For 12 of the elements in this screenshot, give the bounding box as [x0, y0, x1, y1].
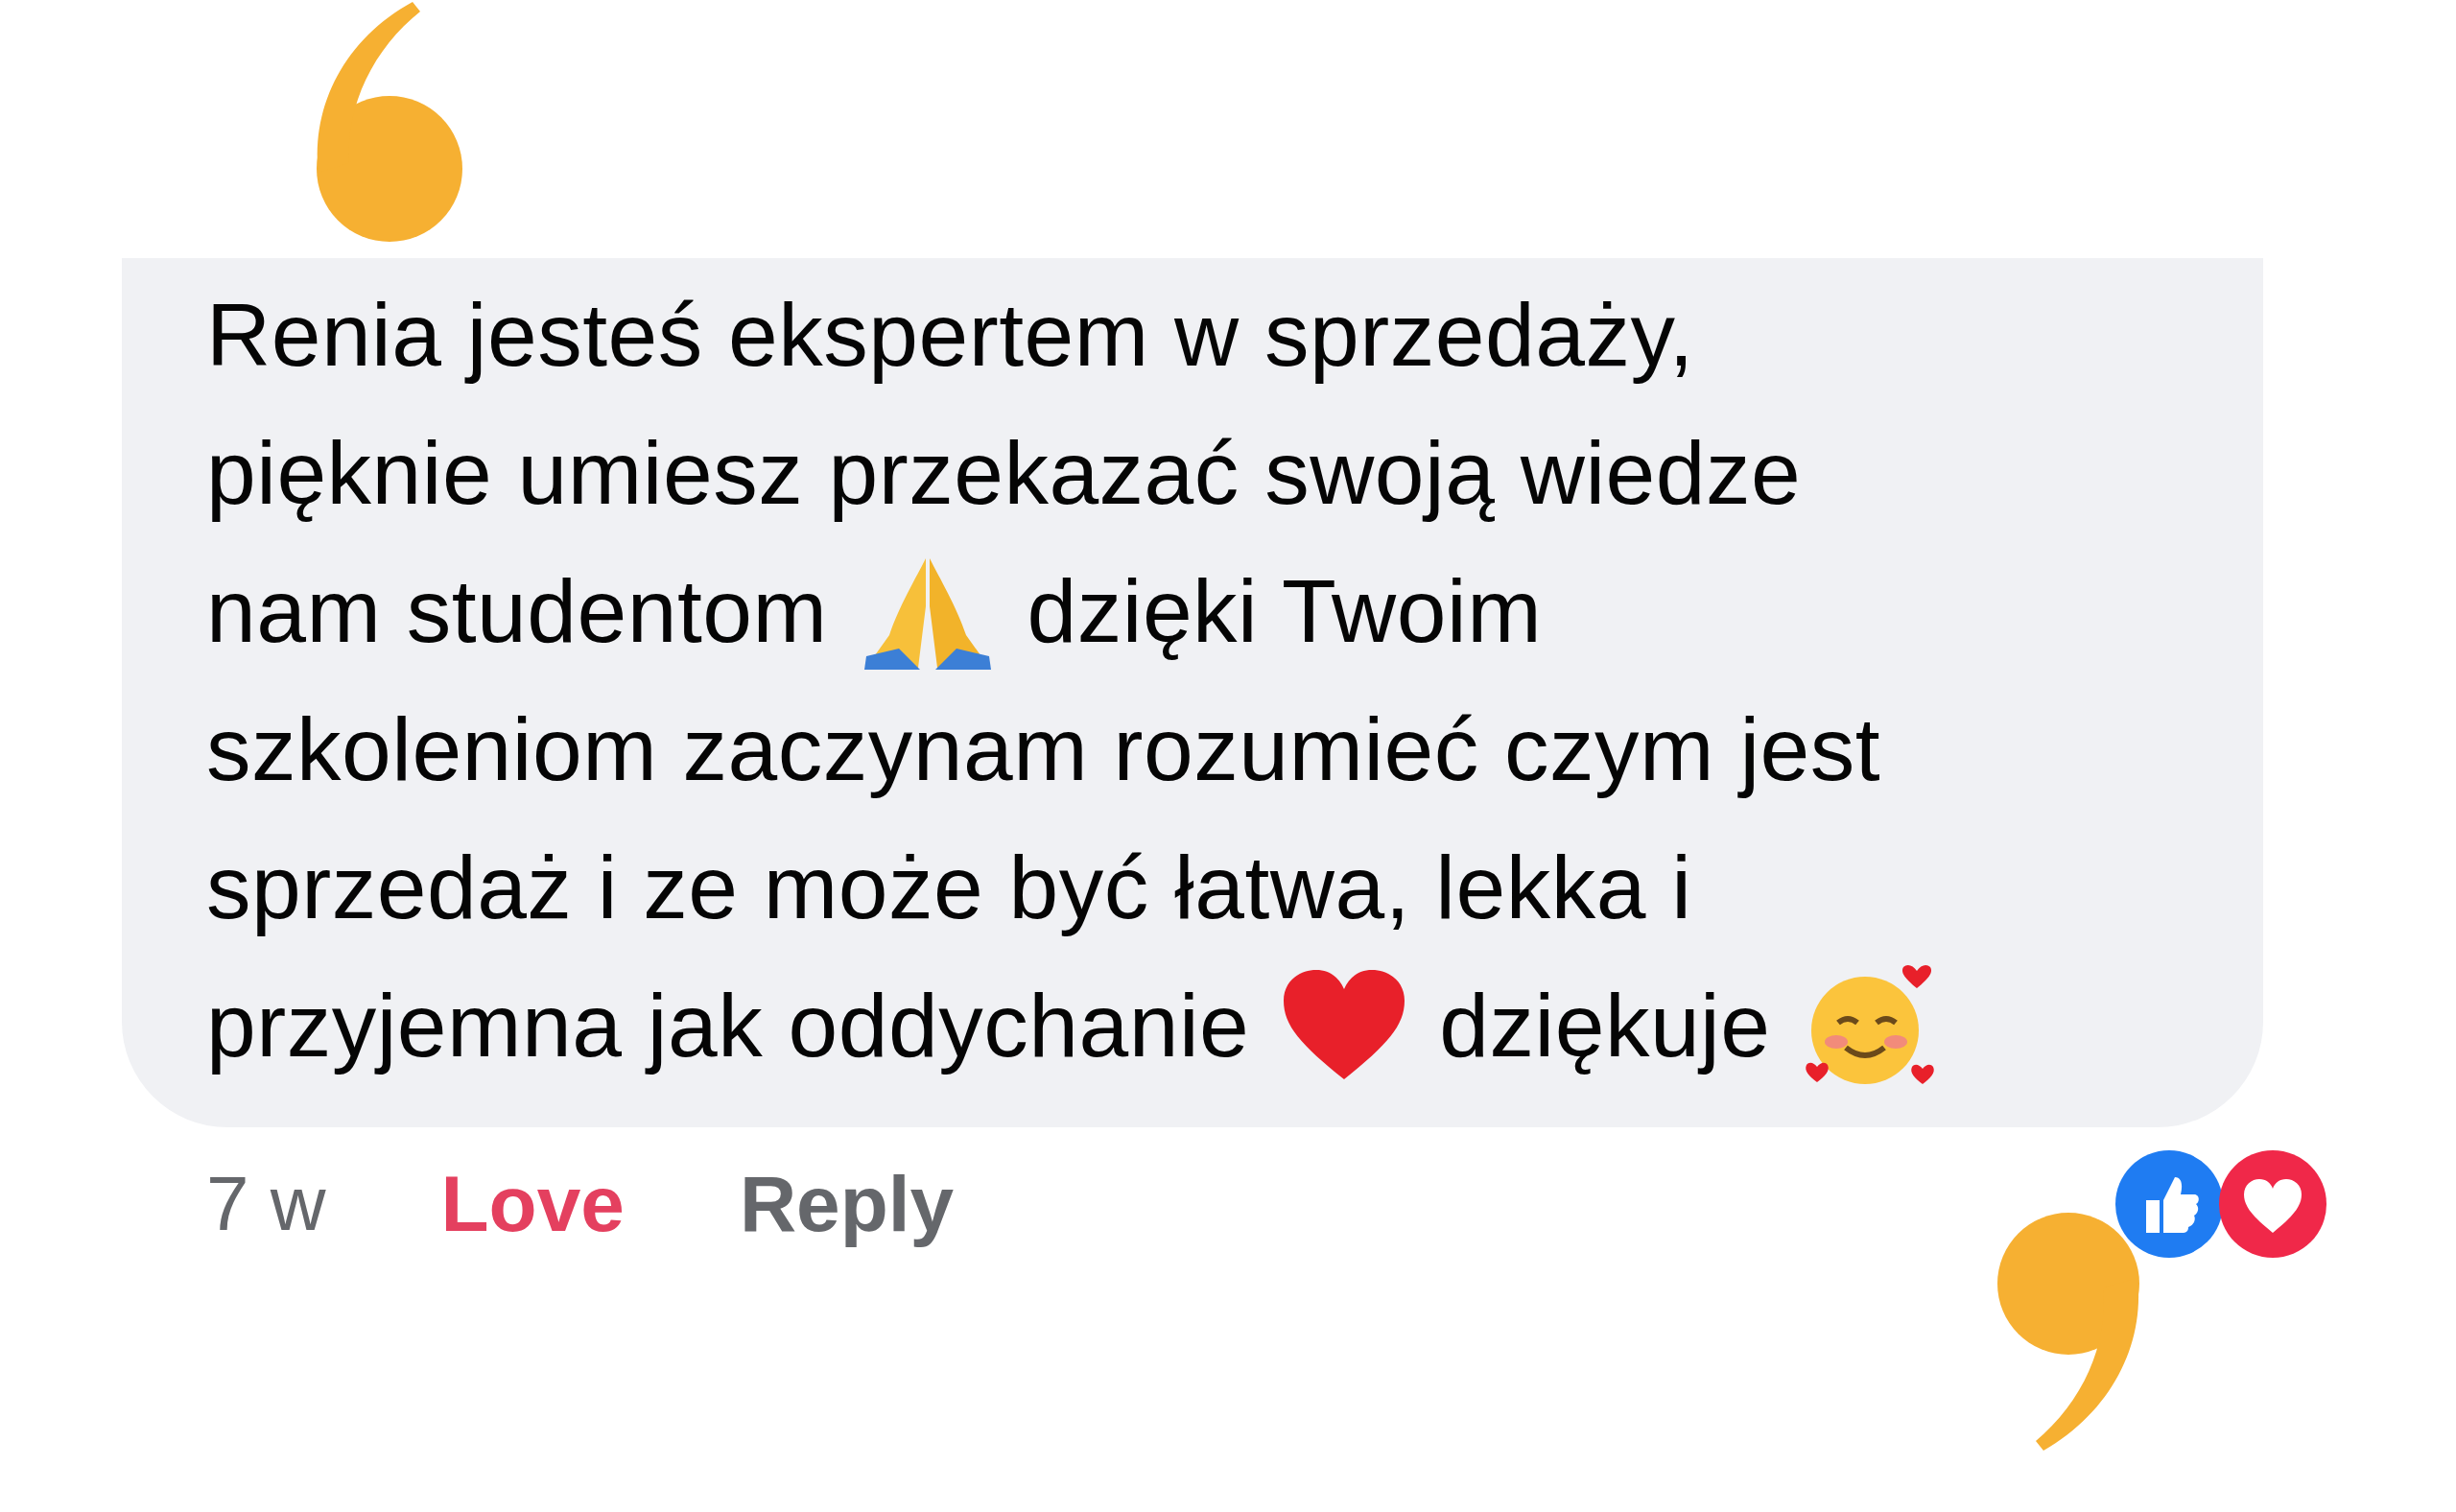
- comment-text: dziękuje: [1439, 974, 1771, 1077]
- comment-text: pięknie umiesz przekazać swoją wiedze: [206, 421, 1802, 525]
- comment-text: dzięki Twoim: [1027, 559, 1543, 663]
- love-reaction-icon: [2217, 1148, 2328, 1260]
- comment-text: Renia jesteś ekspertem w sprzedaży,: [206, 283, 1694, 387]
- comment-time: 7 w: [206, 1160, 326, 1248]
- comment-text: nam studentom: [206, 559, 828, 663]
- reply-button[interactable]: Reply: [739, 1159, 955, 1249]
- love-button[interactable]: Love: [440, 1159, 625, 1249]
- comment-text: przyjemna jak oddychanie: [206, 974, 1250, 1077]
- comment-text: sprzedaż i ze może być łatwa, lekka i: [206, 836, 1692, 939]
- comment-text: szkoleniom zaczynam rozumieć czym jest: [206, 697, 1881, 801]
